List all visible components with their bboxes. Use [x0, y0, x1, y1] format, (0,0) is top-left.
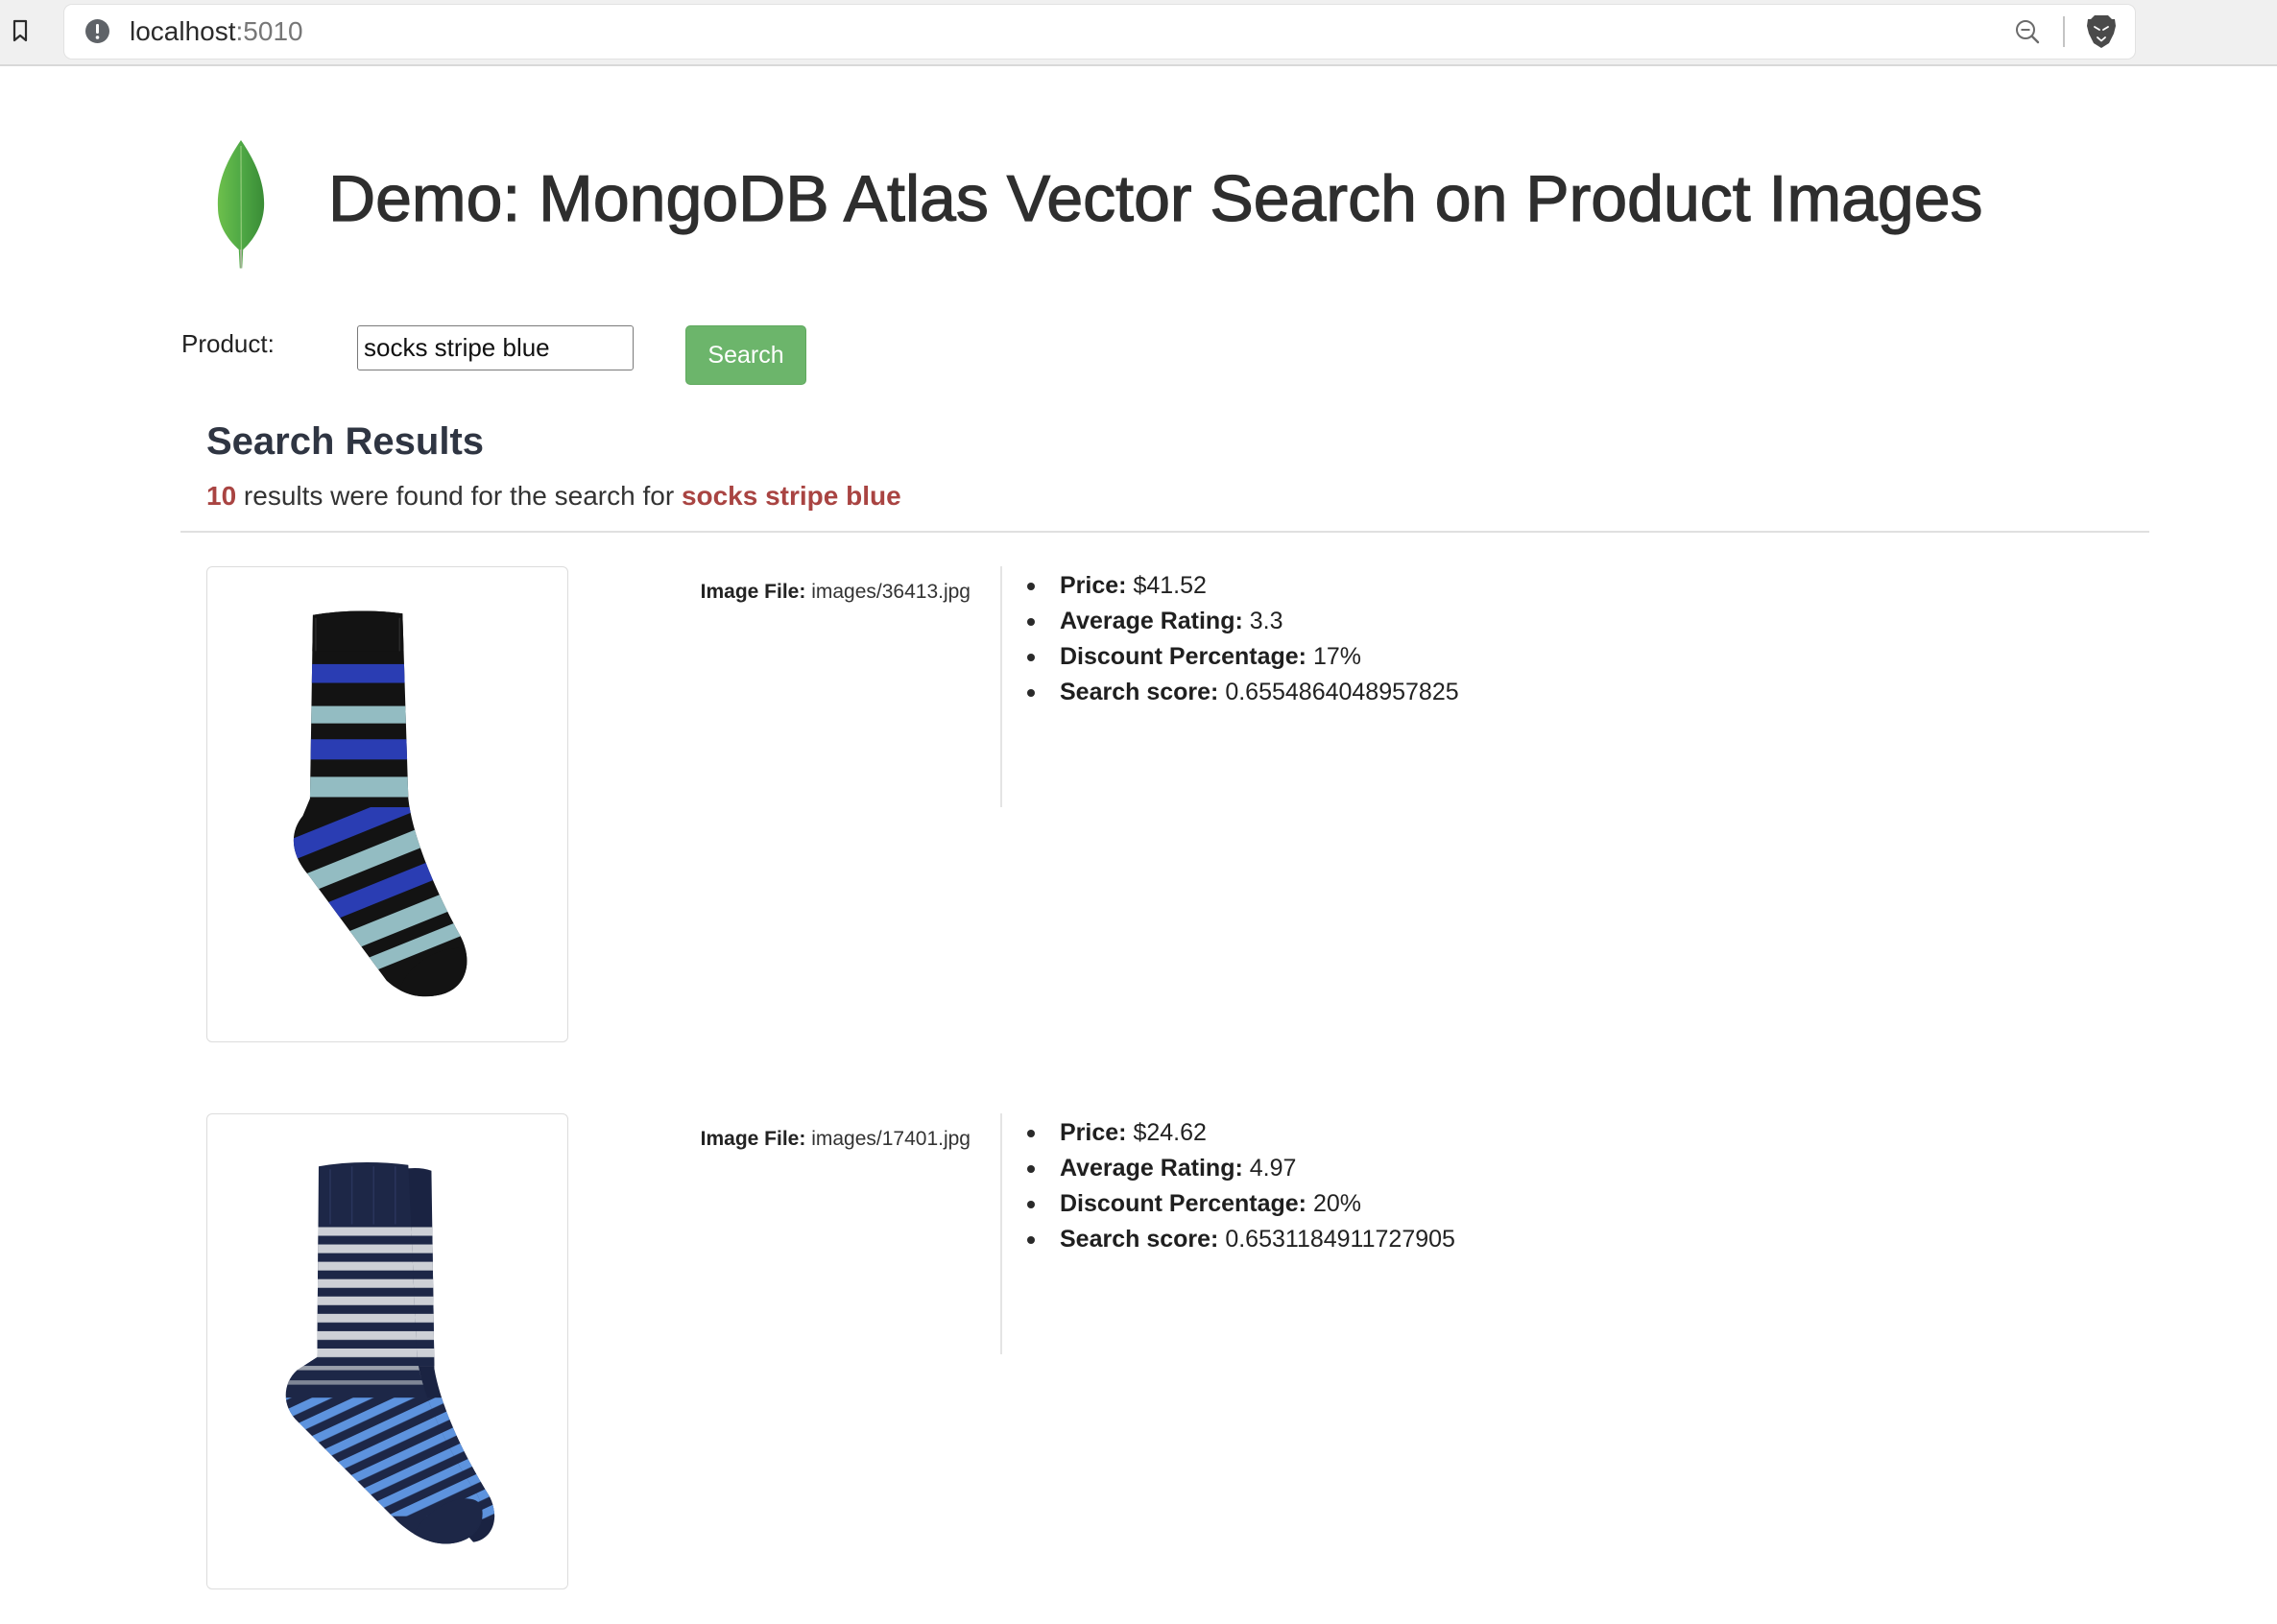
- product-details: Price: $41.52 Average Rating: 3.3 Discou…: [1027, 568, 1459, 710]
- result-card: Image File: images/36413.jpg Price: $41.…: [0, 566, 2277, 1042]
- detail-average-rating: Average Rating: 3.3: [1027, 604, 1459, 639]
- detail-label: Average Rating:: [1060, 1155, 1243, 1182]
- detail-value: 3.3: [1249, 608, 1283, 634]
- detail-label: Price:: [1060, 572, 1127, 599]
- browser-toolbar: localhost:5010: [0, 0, 2277, 66]
- column-divider: [1000, 566, 1002, 807]
- detail-price: Price: $24.62: [1027, 1115, 1455, 1151]
- detail-value: 0.6531184911727905: [1225, 1226, 1455, 1253]
- column-divider: [1000, 1113, 1002, 1354]
- divider: [180, 531, 2149, 533]
- results-heading: Search Results: [206, 420, 485, 463]
- image-file-label: Image File:: [700, 1128, 806, 1150]
- product-label: Product:: [181, 329, 275, 358]
- detail-value: 17%: [1312, 643, 1362, 670]
- detail-value: $41.52: [1133, 572, 1207, 599]
- product-details: Price: $24.62 Average Rating: 4.97 Disco…: [1027, 1115, 1455, 1257]
- detail-label: Discount Percentage:: [1060, 1190, 1307, 1217]
- product-image-frame: [206, 566, 568, 1042]
- detail-price: Price: $41.52: [1027, 568, 1459, 604]
- detail-search-score: Search score: 0.6531184911727905: [1027, 1222, 1455, 1257]
- search-button[interactable]: Search: [685, 325, 806, 385]
- detail-label: Discount Percentage:: [1060, 643, 1307, 670]
- detail-label: Price:: [1060, 1119, 1127, 1146]
- info-icon[interactable]: [84, 18, 110, 44]
- detail-discount: Discount Percentage: 20%: [1027, 1186, 1455, 1222]
- bookmark-icon[interactable]: [12, 19, 29, 43]
- image-file-label: Image File:: [700, 581, 806, 603]
- detail-label: Search score:: [1060, 679, 1219, 705]
- address-bar[interactable]: localhost:5010: [64, 5, 2135, 59]
- results-summary-text: results were found for the search for: [236, 481, 682, 511]
- mongodb-leaf-icon: [217, 140, 265, 269]
- results-summary: 10 results were found for the search for…: [206, 480, 901, 513]
- url-text[interactable]: localhost:5010: [130, 5, 303, 59]
- result-card: Image File: images/17401.jpg Price: $24.…: [0, 1113, 2277, 1589]
- detail-average-rating: Average Rating: 4.97: [1027, 1151, 1455, 1186]
- striped-sock-black-blue-photo: [293, 610, 467, 997]
- page-title: Demo: MongoDB Atlas Vector Search on Pro…: [327, 161, 1983, 235]
- image-file-value: images/36413.jpg: [811, 581, 971, 603]
- url-port: :5010: [235, 16, 303, 46]
- toolbar-separator: [2063, 16, 2065, 47]
- url-host: localhost: [130, 16, 236, 46]
- image-file: Image File: images/36413.jpg: [701, 580, 971, 605]
- product-search-input[interactable]: [357, 325, 634, 370]
- detail-search-score: Search score: 0.6554864048957825: [1027, 675, 1459, 710]
- zoom-out-icon[interactable]: [2014, 18, 2041, 45]
- image-file: Image File: images/17401.jpg: [701, 1127, 971, 1152]
- results-query: socks stripe blue: [681, 481, 901, 511]
- detail-value: 4.97: [1249, 1155, 1297, 1182]
- detail-label: Average Rating:: [1060, 608, 1243, 634]
- striped-sock-navy-gray-blue-photo: [285, 1162, 495, 1544]
- detail-label: Search score:: [1060, 1226, 1219, 1253]
- detail-value: $24.62: [1133, 1119, 1207, 1146]
- results-list: Image File: images/36413.jpg Price: $41.…: [0, 566, 2277, 1589]
- detail-value: 0.6554864048957825: [1225, 679, 1459, 705]
- brave-lion-icon[interactable]: [2086, 13, 2117, 50]
- detail-discount: Discount Percentage: 17%: [1027, 639, 1459, 675]
- results-count: 10: [206, 481, 237, 511]
- detail-value: 20%: [1312, 1190, 1362, 1217]
- image-file-value: images/17401.jpg: [811, 1128, 971, 1150]
- product-image-frame: [206, 1113, 568, 1589]
